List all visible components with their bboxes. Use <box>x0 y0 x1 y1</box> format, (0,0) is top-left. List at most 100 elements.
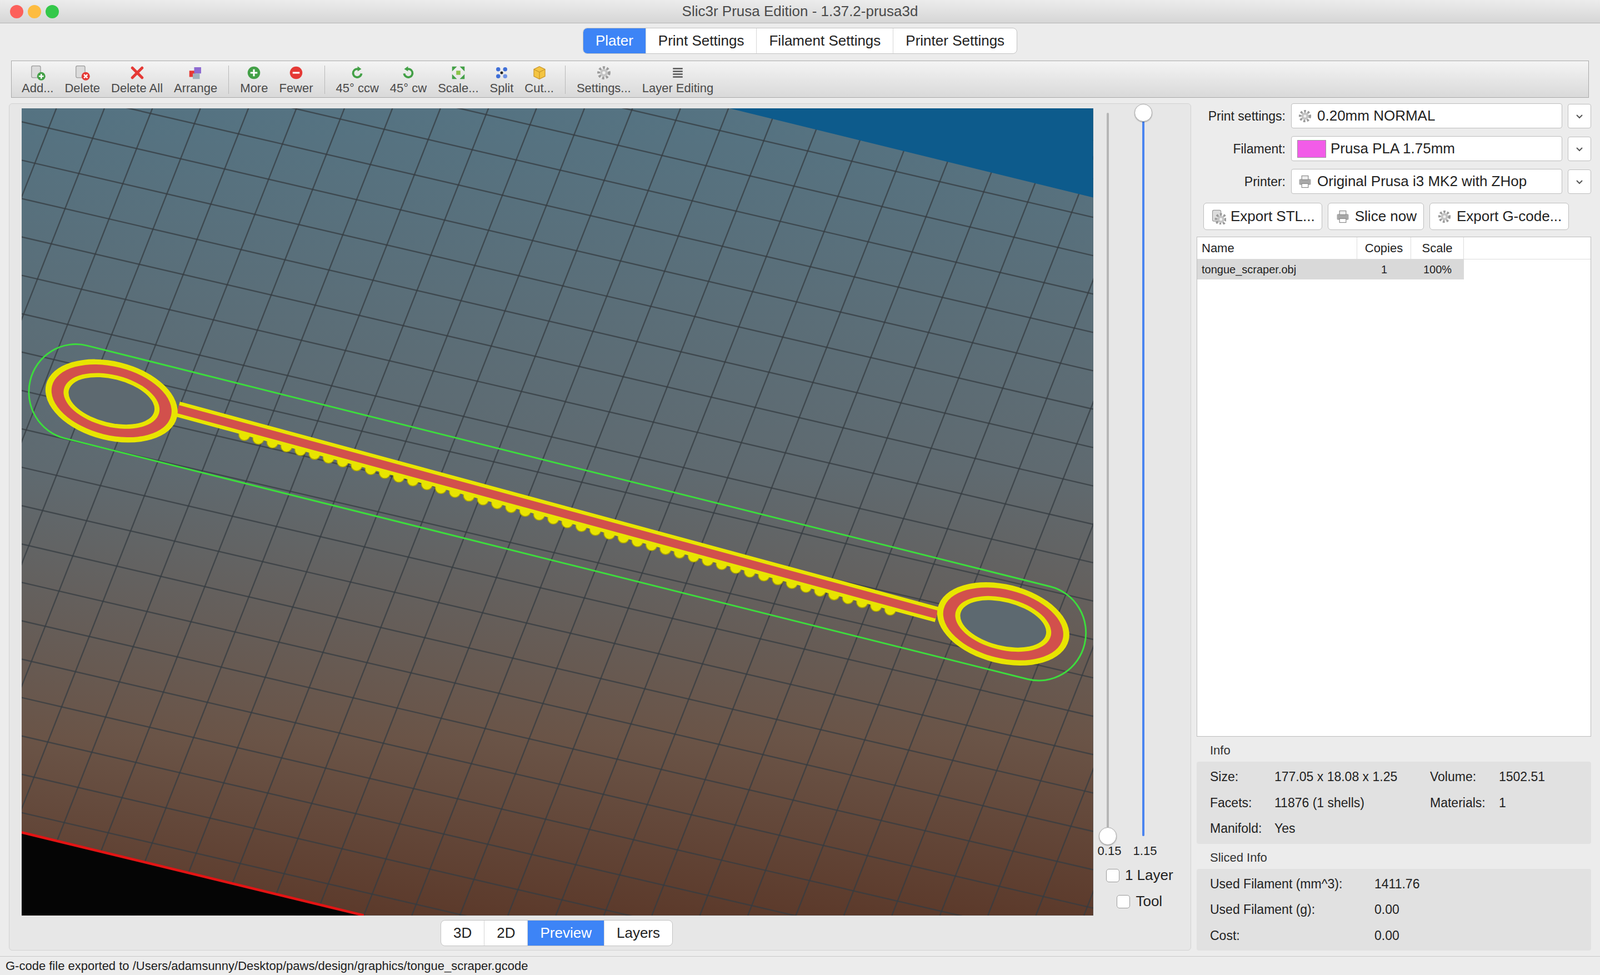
layer-slider[interactable]: 1.15 <box>1133 112 1169 860</box>
sliced-info-section: Sliced Info Used Filament (mm^3):1411.76U… <box>1196 843 1592 952</box>
toolbar-separator <box>565 65 566 94</box>
tab[interactable]: Print Settings <box>646 28 758 54</box>
bed-canvas[interactable] <box>21 108 1094 916</box>
slider-track[interactable] <box>1106 112 1109 837</box>
toolbar-button[interactable]: Delete <box>58 64 106 95</box>
view-button[interactable]: Preview <box>527 920 604 946</box>
tab[interactable]: Plater <box>583 28 647 54</box>
toolbar-button[interactable]: Layer Editing <box>636 64 719 95</box>
info-box: Used Filament (mm^3):1411.76Used Filamen… <box>1196 868 1592 952</box>
dropdown-button[interactable] <box>1567 169 1592 194</box>
toolbar-button[interactable]: 45° ccw <box>330 64 385 95</box>
preset-value: Prusa PLA 1.75mm <box>1330 137 1455 160</box>
toolbar-label: Layer Editing <box>642 81 714 95</box>
toolbar-label: 45° ccw <box>336 81 379 95</box>
toolbar-button[interactable]: 45° cw <box>384 64 433 95</box>
section-title: Sliced Info <box>1196 843 1592 869</box>
toolbar-label: Arrange <box>173 81 218 95</box>
view-pane: 0.151.15 1 Layer Tool 3D2DPreviewLayers <box>8 103 1192 951</box>
toolbar-button[interactable]: More <box>234 64 274 95</box>
toolbar-button[interactable]: Split <box>484 64 520 95</box>
preset-combo[interactable]: Prusa PLA 1.75mm <box>1291 136 1563 162</box>
section-title: Info <box>1196 736 1592 762</box>
info-value: 0.00 <box>1374 926 1583 946</box>
info-label: Manifold: <box>1210 818 1275 839</box>
object-list: NameCopiesScaletongue_scraper.obj1100% <box>1196 236 1592 737</box>
tab[interactable]: Printer Settings <box>893 28 1017 54</box>
layer-option[interactable]: 1 Layer <box>1106 864 1174 887</box>
layer-options: 1 Layer Tool <box>1093 860 1187 913</box>
info-value: 0.00 <box>1374 900 1583 920</box>
action-label: Export STL... <box>1230 205 1315 228</box>
option-label: 1 Layer <box>1125 864 1174 887</box>
toolbar-button[interactable]: Cut... <box>518 64 560 95</box>
preset-row: Printer:Original Prusa i3 MK2 with ZHop <box>1196 168 1592 194</box>
layers-icon <box>669 64 687 82</box>
view-switch: 3D2DPreviewLayers <box>440 920 673 947</box>
export-gcode-icon <box>1436 208 1453 225</box>
header-filler <box>1463 237 1591 259</box>
column-header[interactable]: Name <box>1197 237 1358 259</box>
tab[interactable]: Filament Settings <box>756 28 894 54</box>
fewer-icon <box>287 64 305 82</box>
minimize-button[interactable] <box>27 5 42 19</box>
view-button[interactable]: 2D <box>484 920 528 946</box>
toolbar-label: Cut... <box>524 81 554 95</box>
info-label: Used Filament (mm^3): <box>1210 874 1375 894</box>
toolbar-button[interactable]: Scale... <box>432 64 484 95</box>
view-button[interactable]: 3D <box>441 920 485 946</box>
action-button[interactable]: Export G-code... <box>1429 202 1569 230</box>
view-button[interactable]: Layers <box>604 920 673 946</box>
info-label: Cost: <box>1210 926 1375 946</box>
layer-slider[interactable]: 0.15 <box>1097 112 1134 860</box>
status-bar: G-code file exported to /Users/adamsunny… <box>0 956 1600 975</box>
dropdown-button[interactable] <box>1567 136 1592 162</box>
checkbox[interactable] <box>1106 868 1120 883</box>
action-label: Export G-code... <box>1456 205 1562 228</box>
info-label: Size: <box>1210 767 1275 787</box>
main-area: 0.151.15 1 Layer Tool 3D2DPreviewLayers P… <box>0 97 1600 957</box>
preset-combo[interactable]: Original Prusa i3 MK2 with ZHop <box>1291 168 1563 194</box>
toolbar-button[interactable]: Fewer <box>273 64 319 95</box>
toolbar-label: Fewer <box>278 81 313 95</box>
slider-handle[interactable] <box>1098 827 1117 845</box>
view-switch-row: 3D2DPreviewLayers <box>21 915 1187 947</box>
toolbar-button[interactable]: Arrange <box>168 64 223 95</box>
object-row[interactable]: tongue_scraper.obj1100% <box>1197 259 1591 280</box>
checkbox[interactable] <box>1116 895 1130 909</box>
action-button[interactable]: Export STL... <box>1203 202 1323 230</box>
object-cell: 100% <box>1411 259 1464 280</box>
object-list-header: NameCopiesScale <box>1197 237 1591 260</box>
slider-handle[interactable] <box>1134 103 1153 122</box>
action-buttons: Export STL... Slice now Export G-code... <box>1203 202 1592 230</box>
scale-icon <box>450 64 467 82</box>
info-grid: Used Filament (mm^3):1411.76Used Filamen… <box>1210 874 1583 946</box>
toolbar-button[interactable]: Settings... <box>571 64 637 95</box>
side-panel: Print settings:0.20mm NORMALFilament:Pru… <box>1196 103 1592 951</box>
slider-fill <box>1142 112 1145 837</box>
toolbar-separator <box>228 65 229 94</box>
preset-combo[interactable]: 0.20mm NORMAL <box>1291 103 1563 129</box>
add-icon <box>29 64 47 82</box>
chevron-icon <box>1572 142 1587 156</box>
delete-all-icon <box>128 64 146 82</box>
layer-option[interactable]: Tool <box>1116 890 1163 913</box>
info-label: Used Filament (g): <box>1210 900 1375 920</box>
toolbar-label: Scale... <box>437 81 479 95</box>
bed-view[interactable] <box>21 108 1094 916</box>
toolbar-button[interactable]: Delete All <box>105 64 169 95</box>
zoom-button[interactable] <box>45 5 59 19</box>
info-value: 11876 (1 shells) <box>1274 793 1430 813</box>
column-header[interactable]: Scale <box>1411 237 1464 259</box>
object-cell: 1 <box>1357 259 1412 280</box>
dropdown-button[interactable] <box>1567 103 1592 129</box>
action-button[interactable]: Slice now <box>1327 202 1424 230</box>
toolbar-button[interactable]: Add... <box>16 64 59 95</box>
column-header[interactable]: Copies <box>1357 237 1412 259</box>
rotate-cw-icon <box>400 64 417 82</box>
filament-swatch <box>1297 140 1327 158</box>
slider-track[interactable] <box>1142 112 1145 837</box>
settings-icon <box>595 64 613 82</box>
preset-label: Print settings: <box>1196 106 1286 127</box>
close-button[interactable] <box>10 5 24 19</box>
